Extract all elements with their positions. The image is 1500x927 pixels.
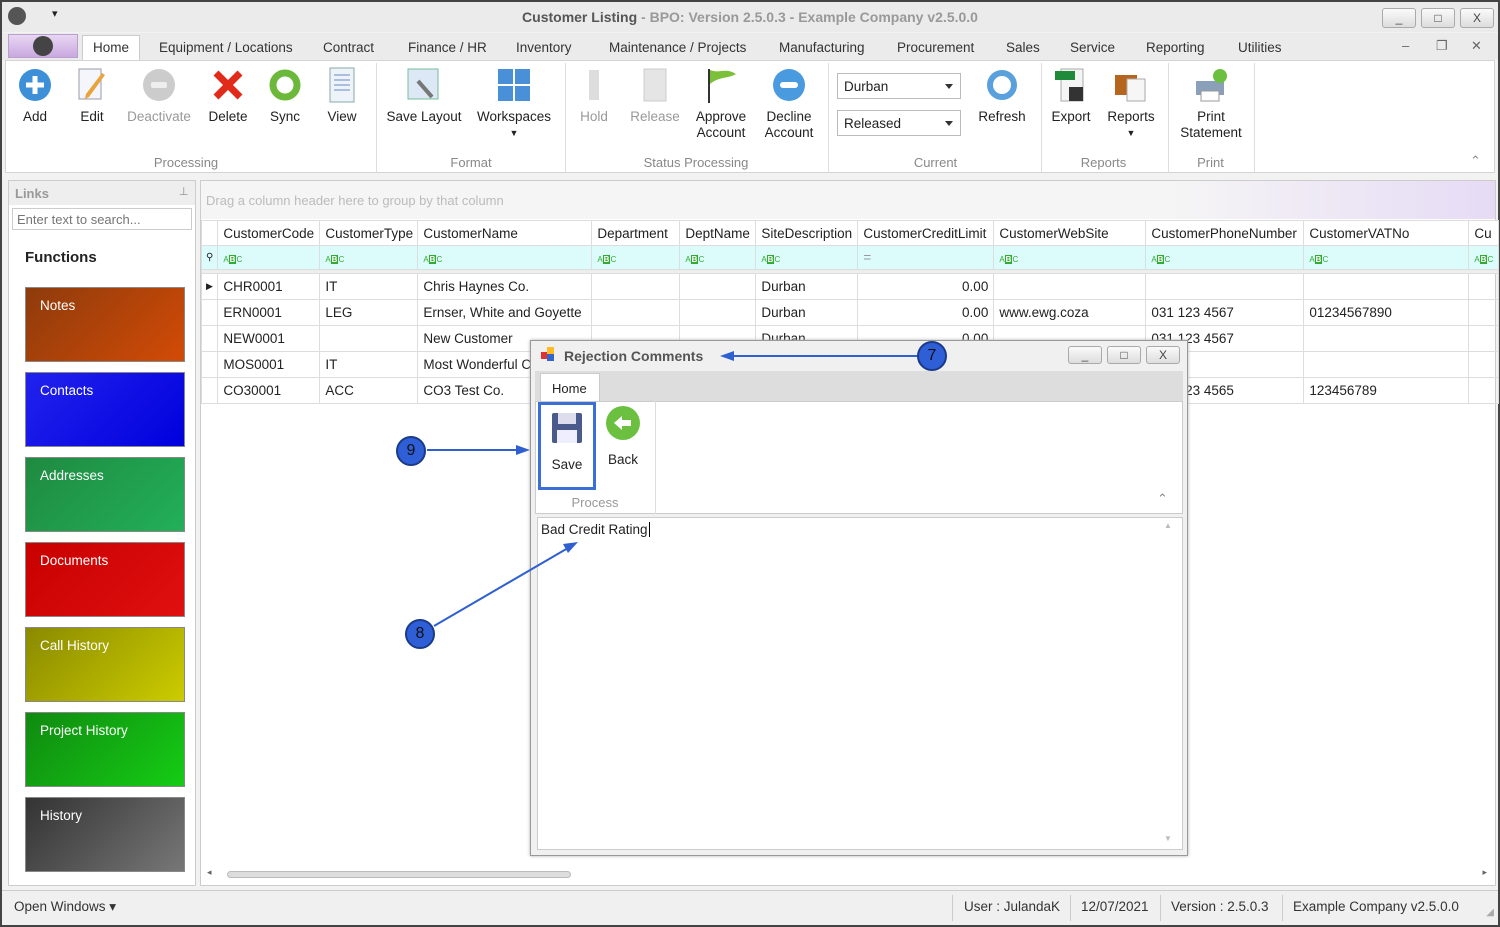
callout-7: 7 (917, 341, 947, 371)
open-windows-menu[interactable]: Open Windows ▾ (14, 899, 116, 915)
callout-8: 8 (405, 619, 435, 649)
status-user: User : JulandaK (964, 899, 1061, 914)
callout-9: 9 (396, 436, 426, 466)
status-version: Version : 2.5.0.3 (1171, 899, 1269, 914)
status-date: 12/07/2021 (1081, 899, 1149, 914)
status-bar: Open Windows ▾ User : JulandaK 12/07/202… (2, 890, 1498, 925)
status-company: Example Company v2.5.0.0 (1293, 899, 1459, 914)
resize-grip-icon[interactable]: ◢ (1486, 907, 1494, 918)
annotation-arrows (427, 351, 918, 627)
